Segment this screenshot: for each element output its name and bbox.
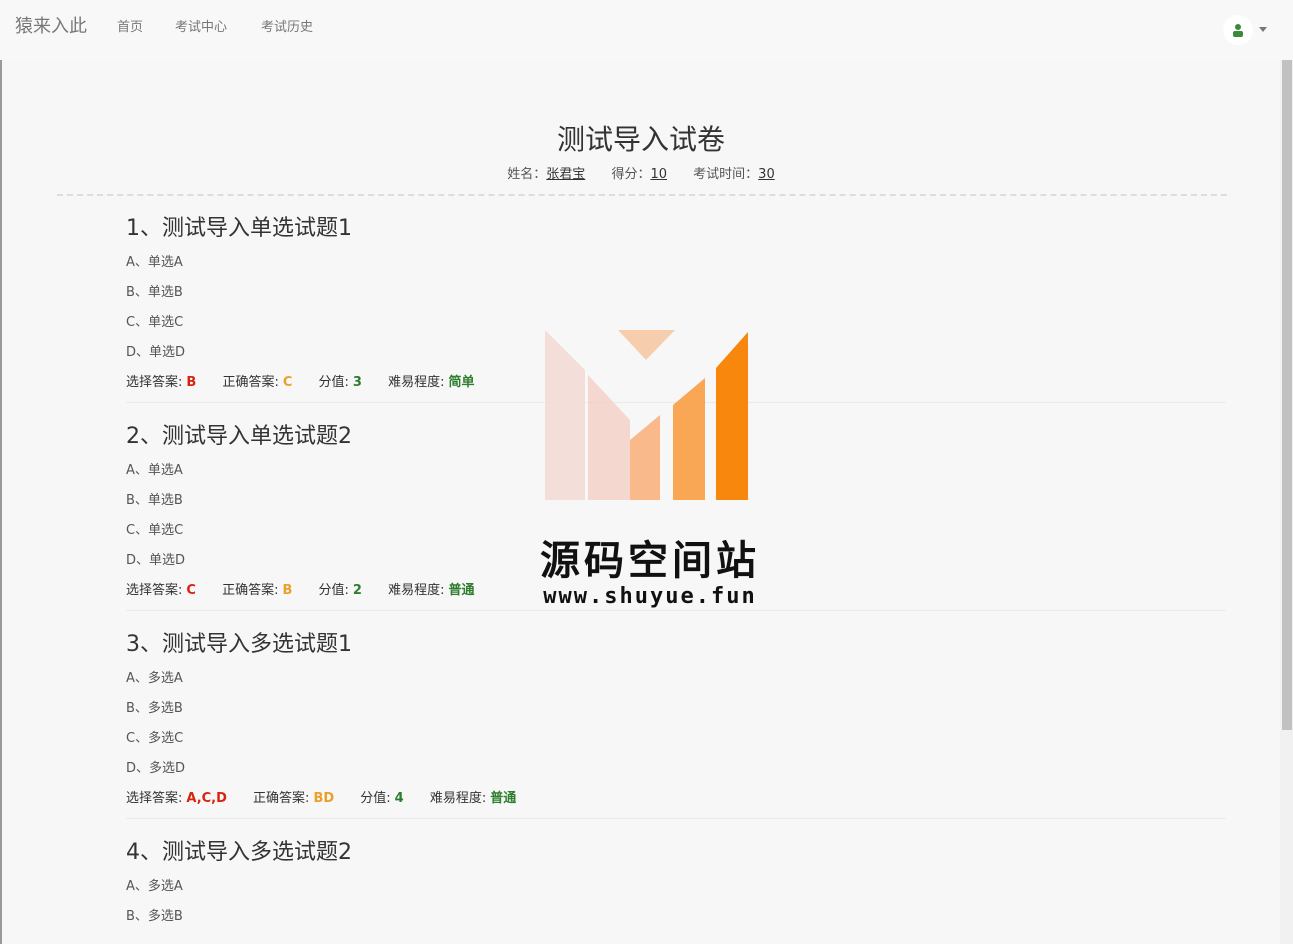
nav-link-home[interactable]: 首页 (117, 16, 143, 35)
difficulty-value: 简单 (448, 375, 475, 390)
question-title: 3、测试导入多选试题1 (126, 632, 352, 657)
question-option: C、单选C (126, 523, 184, 538)
time-value: 30 (758, 167, 775, 182)
correct-label: 正确答案: (222, 583, 279, 598)
correct-answer: BD (313, 791, 335, 806)
time-label: 考试时间： (693, 167, 759, 182)
question-option: A、多选A (126, 879, 183, 894)
question-score: 4 (394, 791, 404, 806)
question-divider (126, 818, 1226, 819)
question-option: B、单选B (126, 493, 183, 508)
question-title: 1、测试导入单选试题1 (126, 216, 352, 241)
exam-score: 得分：10 (611, 167, 667, 182)
correct-label: 正确答案: (253, 791, 310, 806)
name-value: 张君宝 (546, 167, 586, 182)
question-title: 4、测试导入多选试题2 (126, 840, 352, 865)
exam-time: 考试时间：30 (693, 167, 775, 182)
exam-meta: 姓名：张君宝 得分：10 考试时间：30 (2, 165, 1280, 185)
question-option: B、单选B (126, 285, 183, 300)
selected-label: 选择答案: (126, 791, 183, 806)
nav-link-exam-center[interactable]: 考试中心 (175, 16, 227, 35)
correct-answer: C (282, 375, 293, 390)
watermark-logo-icon (545, 330, 748, 500)
watermark-url: www.shuyue.fun (543, 584, 757, 609)
question-title: 2、测试导入单选试题2 (126, 424, 352, 449)
exam-title: 测试导入试卷 (556, 123, 725, 156)
scrollbar-thumb[interactable] (1282, 60, 1292, 730)
score-value-label: 分值: (318, 375, 349, 390)
question-option: A、多选A (126, 671, 183, 686)
question-option: B、多选B (126, 701, 183, 716)
correct-answer: B (282, 583, 293, 598)
exam-name: 姓名：张君宝 (507, 167, 585, 182)
question-result: 选择答案: C 正确答案: B 分值: 2 难易程度: 普通 (126, 582, 497, 600)
question-option: D、单选D (126, 553, 186, 568)
question-option: A、单选A (126, 255, 183, 270)
selected-label: 选择答案: (126, 583, 183, 598)
question-option: C、多选C (126, 731, 184, 746)
question-option: D、单选D (126, 345, 186, 360)
question-option: B、多选B (126, 909, 183, 924)
question-option: D、多选D (126, 761, 186, 776)
question-score: 2 (352, 583, 362, 598)
correct-label: 正确答案: (222, 375, 279, 390)
header-divider (57, 194, 1227, 196)
nav-link-exam-history[interactable]: 考试历史 (261, 16, 313, 35)
brand-link[interactable]: 猿来入此 (15, 12, 87, 38)
question-score: 3 (352, 375, 362, 390)
difficulty-label: 难易程度: (388, 375, 445, 390)
selected-label: 选择答案: (126, 375, 183, 390)
watermark: 源码空间站 www.shuyue.fun (530, 330, 770, 620)
difficulty-label: 难易程度: (429, 791, 487, 806)
selected-answer: C (186, 583, 196, 598)
selected-answer: B (186, 375, 197, 390)
user-avatar-icon (1223, 15, 1253, 45)
difficulty-value: 普通 (448, 583, 475, 598)
difficulty-value: 普通 (490, 791, 517, 806)
score-value: 10 (650, 167, 668, 182)
question-result: 选择答案: B 正确答案: C 分值: 3 难易程度: 简单 (126, 374, 497, 392)
score-label: 得分： (611, 167, 651, 182)
score-value-label: 分值: (318, 583, 349, 598)
difficulty-label: 难易程度: (388, 583, 445, 598)
chevron-down-icon (1259, 27, 1267, 32)
navbar: 猿来入此 首页 考试中心 考试历史 (0, 0, 1293, 60)
user-menu[interactable] (1223, 15, 1271, 45)
score-value-label: 分值: (360, 791, 391, 806)
name-label: 姓名： (507, 167, 547, 182)
question-option: A、单选A (126, 463, 183, 478)
watermark-text: 源码空间站 (540, 538, 760, 584)
selected-answer: A,C,D (186, 791, 227, 806)
question-result: 选择答案: A,C,D 正确答案: BD 分值: 4 难易程度: 普通 (126, 790, 538, 808)
question-option: C、单选C (126, 315, 184, 330)
